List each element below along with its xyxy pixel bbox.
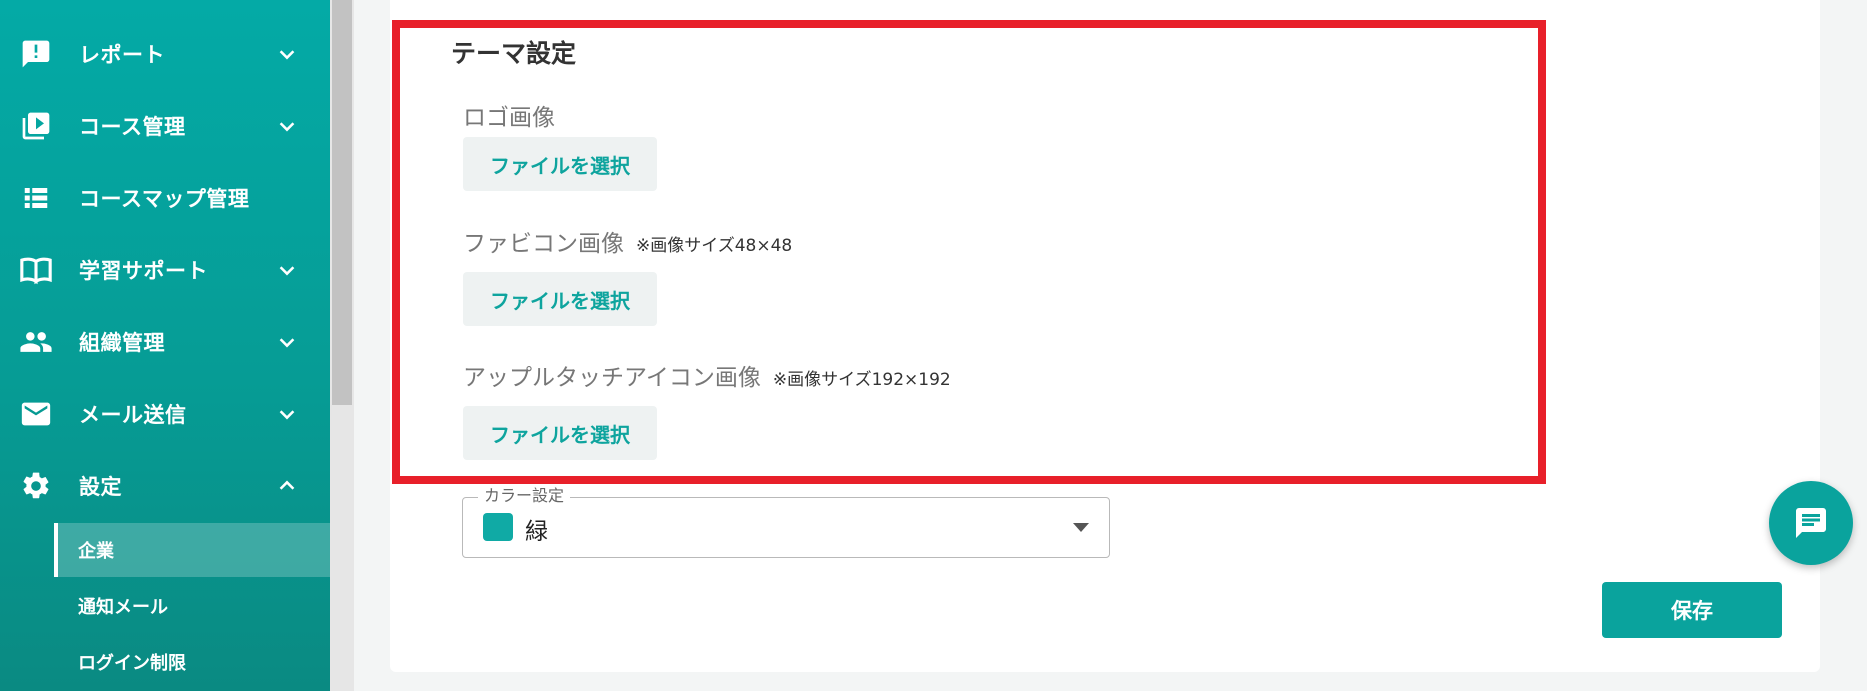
sidebar-subitem-label: 通知メール	[78, 597, 168, 618]
color-select-value: 緑	[525, 519, 548, 545]
sidebar-item-coursemap[interactable]: コースマップ管理	[0, 162, 330, 234]
sidebar-item-label: 設定	[79, 475, 122, 499]
chevron-down-icon	[279, 410, 295, 420]
sidebar-subitem-login-restriction[interactable]: ログイン制限	[54, 635, 330, 689]
mail-icon	[18, 396, 54, 432]
sidebar-subitem-notification-mail[interactable]: 通知メール	[54, 579, 330, 633]
sidebar-item-label: 学習サポート	[79, 259, 208, 283]
sidebar-item-label: コース管理	[79, 115, 186, 139]
sidebar-item-label: レポート	[79, 43, 165, 67]
sidebar-item-settings[interactable]: 設定	[0, 450, 330, 522]
video-library-icon	[18, 108, 54, 144]
sidebar-item-mail[interactable]: メール送信	[0, 378, 330, 450]
color-select-legend: カラー設定	[478, 487, 571, 505]
sidebar-item-course[interactable]: コース管理	[0, 90, 330, 162]
sidebar: レポート コース管理 コースマップ管理 学習サポート 組織管理 メール送信 設定…	[0, 0, 330, 691]
sidebar-item-organization[interactable]: 組織管理	[0, 306, 330, 378]
sidebar-item-label: メール送信	[79, 403, 187, 427]
chevron-down-icon	[279, 50, 295, 60]
gear-icon	[18, 468, 54, 504]
sidebar-subitem-label: 企業	[78, 541, 114, 562]
report-alert-icon	[18, 36, 54, 72]
color-swatch	[483, 513, 513, 541]
chat-bubble-icon	[1796, 508, 1826, 538]
sidebar-item-report[interactable]: レポート	[0, 18, 330, 90]
sidebar-item-label: コースマップ管理	[79, 187, 250, 211]
color-select[interactable]	[462, 497, 1110, 558]
sidebar-subitem-company[interactable]: 企業	[54, 523, 330, 577]
chevron-down-icon	[279, 266, 295, 276]
people-icon	[18, 324, 54, 360]
book-open-icon	[18, 252, 54, 288]
chevron-down-icon	[279, 338, 295, 348]
save-button[interactable]: 保存	[1602, 582, 1782, 638]
highlight-box	[392, 20, 1546, 484]
scrollbar-thumb[interactable]	[332, 0, 352, 405]
chevron-up-icon	[279, 480, 295, 490]
sidebar-item-label: 組織管理	[79, 331, 165, 355]
list-icon	[18, 180, 54, 216]
chevron-down-icon	[279, 122, 295, 132]
sidebar-subitem-label: ログイン制限	[78, 653, 186, 674]
sidebar-item-learning-support[interactable]: 学習サポート	[0, 234, 330, 306]
chat-button[interactable]	[1769, 481, 1853, 565]
dropdown-arrow-icon[interactable]	[1073, 523, 1089, 532]
